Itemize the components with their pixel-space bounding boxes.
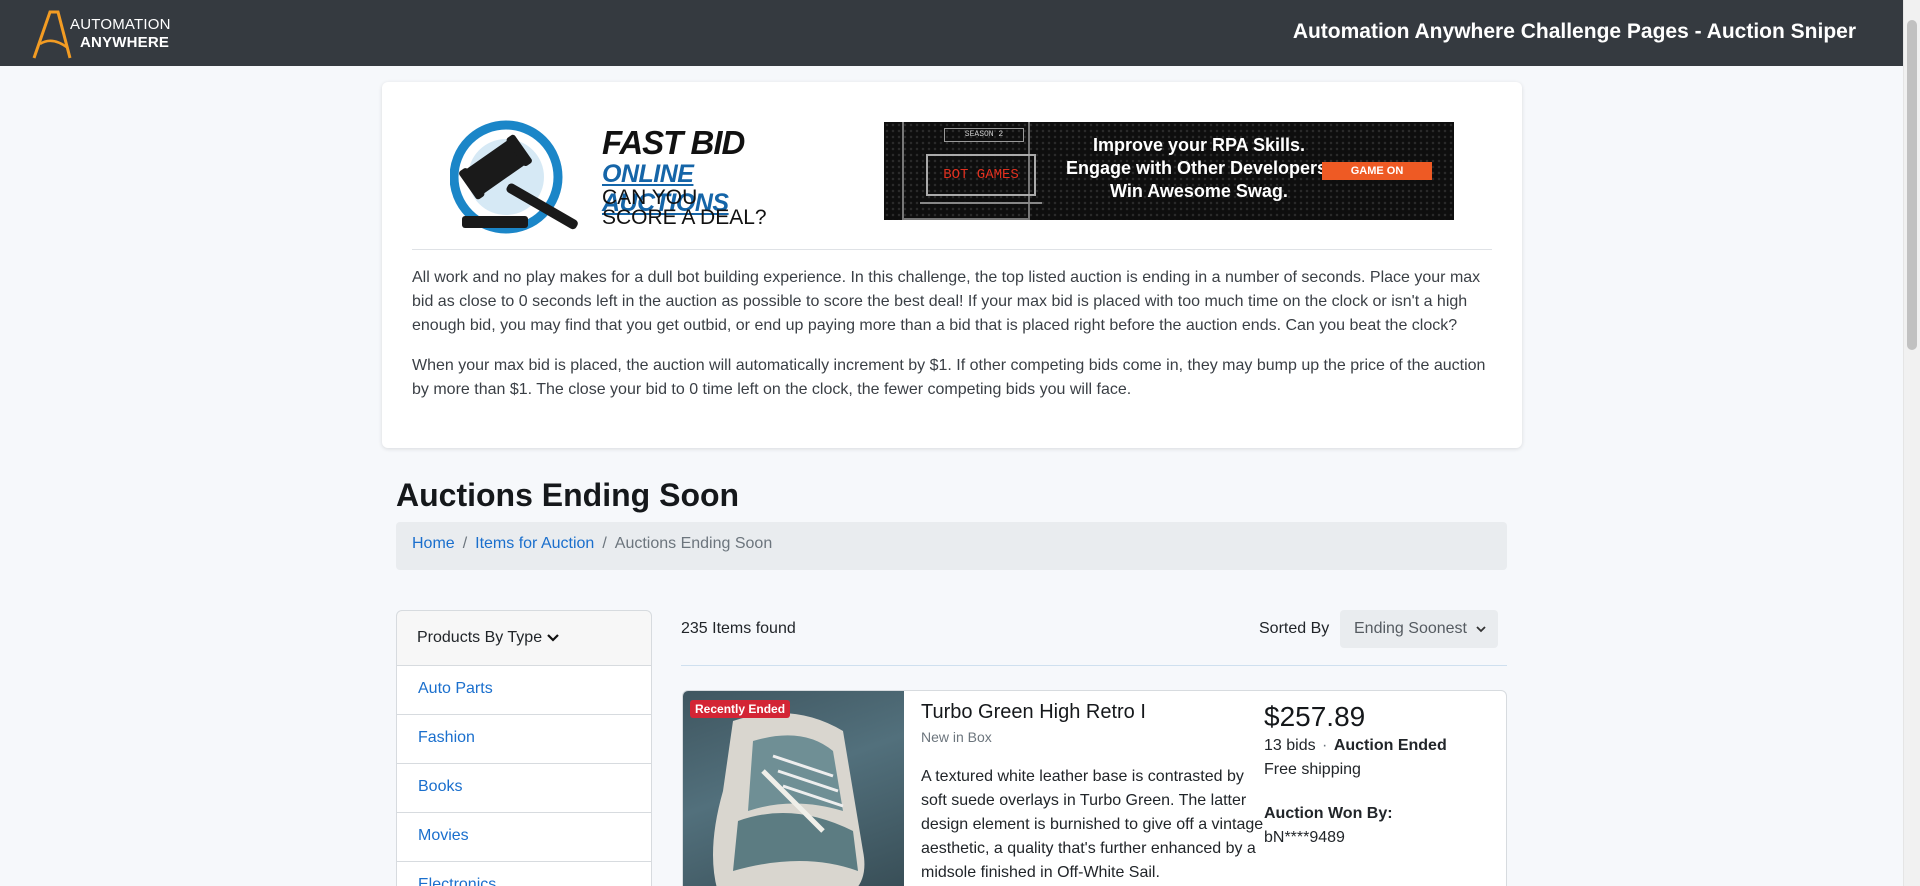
sort-select-value: Ending Soonest: [1354, 620, 1467, 637]
products-by-type-label: Products By Type: [417, 629, 543, 646]
item-title[interactable]: Turbo Green High Retro I: [921, 701, 1146, 724]
results-count: 235 Items found: [681, 620, 796, 637]
item-bids-line: 13 bids · Auction Ended: [1264, 737, 1447, 755]
auction-winner: bN****9489: [1264, 829, 1345, 846]
banner-text: Improve your RPA Skills. Engage with Oth…: [1034, 134, 1364, 203]
logo-tagline-line2: SCORE A DEAL?: [602, 206, 767, 229]
banner-line3: Win Awesome Swag.: [1110, 181, 1288, 201]
item-price: $257.89: [1264, 701, 1366, 732]
item-bid-count: 13 bids: [1264, 737, 1316, 754]
item-description: A textured white leather base is contras…: [921, 768, 1264, 881]
product-type-sidebar: Products By Type Auto Parts Fashion Book…: [396, 610, 652, 886]
breadcrumb-home[interactable]: Home: [412, 535, 455, 552]
brand-name-line1: AUTOMATION: [70, 16, 171, 33]
banner-line1: Improve your RPA Skills.: [1092, 135, 1306, 155]
banner-season-label: SEASON 2: [944, 128, 1024, 142]
scrollbar-thumb[interactable]: [1907, 20, 1917, 350]
results-divider: [681, 665, 1507, 666]
automation-anywhere-logo[interactable]: AUTOMATION ANYWHERE: [30, 8, 180, 60]
auction-won-by-label: Auction Won By:: [1264, 805, 1393, 822]
sorted-by-label: Sorted By: [1259, 620, 1330, 637]
sidebar-item-auto-parts[interactable]: Auto Parts: [396, 666, 652, 715]
game-on-button[interactable]: GAME ON: [1322, 162, 1432, 180]
intro-paragraph-1: All work and no play makes for a dull bo…: [412, 269, 1481, 334]
auction-item-card[interactable]: Recently Ended Turbo Green High Retro I …: [682, 690, 1507, 886]
sidebar-item-movies[interactable]: Movies: [396, 813, 652, 862]
status-badge: Recently Ended: [690, 700, 791, 718]
top-navbar: AUTOMATION ANYWHERE Automation Anywhere …: [0, 0, 1920, 66]
sidebar-item-electronics[interactable]: Electronics: [396, 862, 652, 886]
logo-tagline-line1: CAN YOU: [602, 186, 698, 209]
item-shipping: Free shipping: [1264, 761, 1361, 778]
gavel-icon: [449, 120, 578, 234]
breadcrumb-items-for-auction[interactable]: Items for Auction: [475, 535, 594, 552]
chevron-down-icon: [547, 634, 559, 642]
banner-screen-text: BOT GAMES: [926, 154, 1036, 196]
item-image[interactable]: Recently Ended: [683, 691, 904, 886]
chevron-down-icon: [1476, 626, 1486, 633]
sort-select[interactable]: Ending Soonest: [1340, 610, 1498, 648]
intro-paragraph-2: When your max bid is placed, the auction…: [412, 357, 1486, 398]
products-by-type-toggle[interactable]: Products By Type: [396, 610, 652, 666]
banner-line2: Engage with Other Developers.: [1065, 158, 1333, 178]
breadcrumb-separator: /: [462, 535, 468, 552]
breadcrumb-separator: /: [602, 535, 607, 552]
arcade-cabinet-icon: SEASON 2 BOT GAMES: [902, 122, 1042, 220]
vertical-scrollbar[interactable]: [1903, 0, 1920, 886]
page-title: Auctions Ending Soon: [396, 477, 740, 513]
sidebar-item-books[interactable]: Books: [396, 764, 652, 813]
separator-dot: ·: [1322, 737, 1328, 754]
logo-fast-bid-text: FAST BID: [602, 124, 745, 161]
brand-a-icon: [32, 10, 72, 59]
fast-bid-logo: FAST BID ONLINE AUCTIONS CAN YOU SCORE A…: [449, 120, 780, 238]
intro-card: FAST BID ONLINE AUCTIONS CAN YOU SCORE A…: [382, 82, 1522, 448]
sidebar-item-fashion[interactable]: Fashion: [396, 715, 652, 764]
item-condition: New in Box: [921, 729, 992, 745]
breadcrumb-current: Auctions Ending Soon: [614, 535, 773, 552]
breadcrumb: Home / Items for Auction / Auctions Ending S…: [396, 522, 1507, 570]
page-header-title: Automation Anywhere Challenge Pages - Au…: [1292, 20, 1856, 43]
logo-tagline: CAN YOU SCORE A DEAL?: [602, 186, 767, 229]
bot-games-banner[interactable]: SEASON 2 BOT GAMES Improve your RPA Skil…: [884, 122, 1454, 220]
intro-divider: [412, 249, 1492, 250]
item-auction-status: Auction Ended: [1333, 737, 1447, 754]
sneaker-image: [713, 713, 865, 886]
arcade-controls: [920, 202, 1042, 216]
brand-name-line2: ANYWHERE: [80, 34, 170, 51]
